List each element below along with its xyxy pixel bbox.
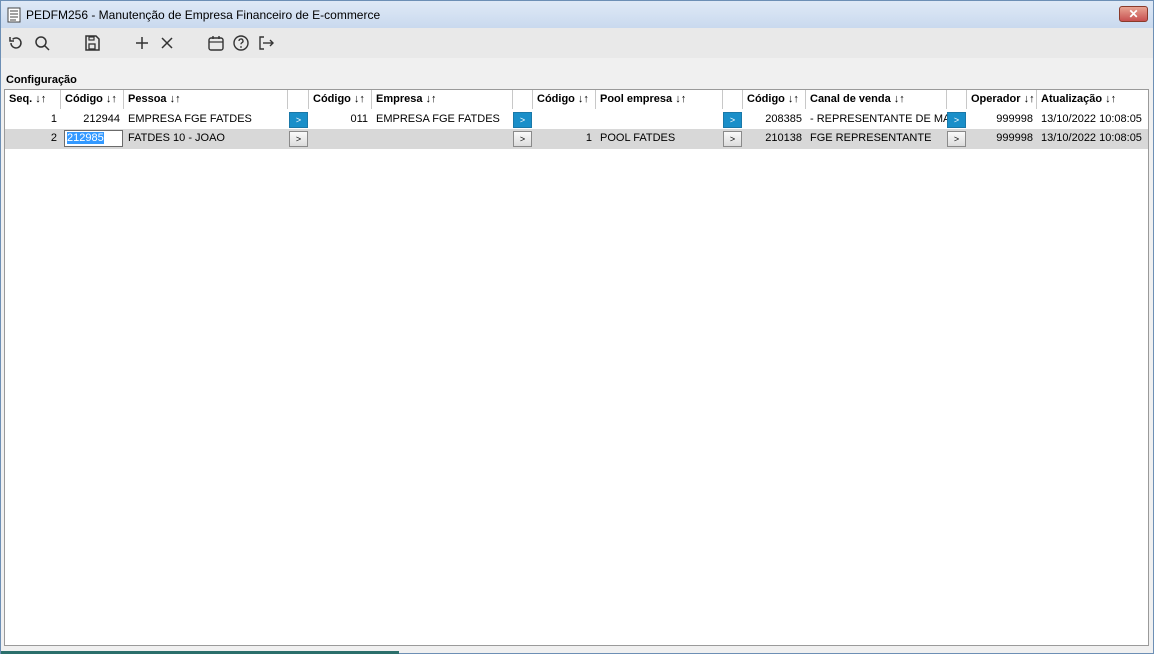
table-row[interactable]: 1 212944 EMPRESA FGE FATDES > 011 EMPRES… bbox=[5, 110, 1148, 130]
cell-pessoa[interactable]: EMPRESA FGE FATDES bbox=[124, 110, 288, 129]
close-button[interactable]: ✕ bbox=[1119, 6, 1148, 22]
delete-icon bbox=[161, 37, 173, 49]
pool-lookup-button[interactable]: > bbox=[723, 112, 742, 128]
header-blank-1 bbox=[288, 90, 309, 109]
calendar-button[interactable] bbox=[207, 34, 225, 52]
cell-seq[interactable]: 2 bbox=[5, 129, 61, 148]
header-canal-codigo[interactable]: Código ↓↑ bbox=[743, 90, 806, 109]
data-grid: Seq. ↓↑ Código ↓↑ Pessoa ↓↑ Código ↓↑ Em… bbox=[4, 89, 1149, 646]
header-blank-4 bbox=[947, 90, 967, 109]
help-icon bbox=[233, 35, 249, 51]
table-row[interactable]: 2 212985 FATDES 10 - JOAO > > 1 POOL FAT… bbox=[5, 129, 1148, 149]
cell-pool-codigo[interactable]: 1 bbox=[533, 129, 596, 148]
title-bar: PEDFM256 - Manutenção de Empresa Finance… bbox=[1, 1, 1153, 28]
cell-operador[interactable]: 999998 bbox=[967, 110, 1037, 129]
help-button[interactable] bbox=[232, 34, 250, 52]
cell-operador[interactable]: 999998 bbox=[967, 129, 1037, 148]
exit-button[interactable] bbox=[257, 34, 275, 52]
header-pool-codigo[interactable]: Código ↓↑ bbox=[533, 90, 596, 109]
document-icon bbox=[7, 7, 21, 23]
canal-lookup-button[interactable]: > bbox=[947, 131, 966, 147]
cell-atualizacao[interactable]: 13/10/2022 10:08:05 bbox=[1037, 110, 1148, 129]
save-button[interactable] bbox=[83, 34, 101, 52]
header-pessoa[interactable]: Pessoa ↓↑ bbox=[124, 90, 288, 109]
pessoa-lookup-button[interactable]: > bbox=[289, 131, 308, 147]
header-pool[interactable]: Pool empresa ↓↑ bbox=[596, 90, 723, 109]
cell-canal-codigo[interactable]: 210138 bbox=[743, 129, 806, 148]
refresh-icon bbox=[9, 37, 22, 49]
save-icon bbox=[85, 35, 100, 51]
pessoa-lookup-button[interactable]: > bbox=[289, 112, 308, 128]
cell-pool[interactable] bbox=[596, 110, 723, 129]
header-operador[interactable]: Operador ↓↑ bbox=[967, 90, 1037, 109]
add-button[interactable] bbox=[133, 34, 151, 52]
header-empresa-codigo[interactable]: Código ↓↑ bbox=[309, 90, 372, 109]
cell-canal-codigo[interactable]: 208385 bbox=[743, 110, 806, 129]
delete-button[interactable] bbox=[158, 34, 176, 52]
refresh-button[interactable] bbox=[7, 34, 25, 52]
cell-pool[interactable]: POOL FATDES bbox=[596, 129, 723, 148]
selected-text: 212985 bbox=[67, 132, 104, 144]
search-icon bbox=[35, 36, 50, 51]
toolbar bbox=[1, 28, 1153, 58]
cell-empresa[interactable]: EMPRESA FGE FATDES bbox=[372, 110, 513, 129]
section-title: Configuração bbox=[6, 74, 77, 86]
header-seq[interactable]: Seq. ↓↑ bbox=[5, 90, 61, 109]
calendar-icon bbox=[208, 36, 224, 51]
empresa-lookup-button[interactable]: > bbox=[513, 112, 532, 128]
header-atualizacao[interactable]: Atualização ↓↑ bbox=[1037, 90, 1148, 109]
cell-seq[interactable]: 1 bbox=[5, 110, 61, 129]
pool-lookup-button[interactable]: > bbox=[723, 131, 742, 147]
header-empresa[interactable]: Empresa ↓↑ bbox=[372, 90, 513, 109]
header-canal[interactable]: Canal de venda ↓↑ bbox=[806, 90, 947, 109]
cell-canal[interactable]: FGE REPRESENTANTE bbox=[806, 129, 947, 148]
header-pessoa-codigo[interactable]: Código ↓↑ bbox=[61, 90, 124, 109]
cell-empresa-codigo[interactable]: 011 bbox=[309, 110, 372, 129]
grid-header-row: Seq. ↓↑ Código ↓↑ Pessoa ↓↑ Código ↓↑ Em… bbox=[5, 90, 1148, 111]
cell-pool-codigo[interactable] bbox=[533, 110, 596, 129]
exit-icon bbox=[259, 36, 274, 50]
cell-pessoa-codigo[interactable]: 212944 bbox=[61, 110, 124, 129]
pessoa-codigo-edit-field[interactable]: 212985 bbox=[64, 130, 123, 147]
cell-canal[interactable]: - REPRESENTANTE DE MARI bbox=[806, 110, 947, 129]
cell-empresa-codigo[interactable] bbox=[309, 129, 372, 148]
add-icon bbox=[136, 37, 148, 49]
canal-lookup-button[interactable]: > bbox=[947, 112, 966, 128]
cell-empresa[interactable] bbox=[372, 129, 513, 148]
window-title: PEDFM256 - Manutenção de Empresa Finance… bbox=[26, 8, 381, 22]
search-button[interactable] bbox=[33, 34, 51, 52]
cell-pessoa[interactable]: FATDES 10 - JOAO bbox=[124, 129, 288, 148]
empresa-lookup-button[interactable]: > bbox=[513, 131, 532, 147]
cell-atualizacao[interactable]: 13/10/2022 10:08:05 bbox=[1037, 129, 1148, 148]
header-blank-2 bbox=[513, 90, 533, 109]
header-blank-3 bbox=[723, 90, 743, 109]
app-window: PEDFM256 - Manutenção de Empresa Finance… bbox=[0, 0, 1154, 654]
